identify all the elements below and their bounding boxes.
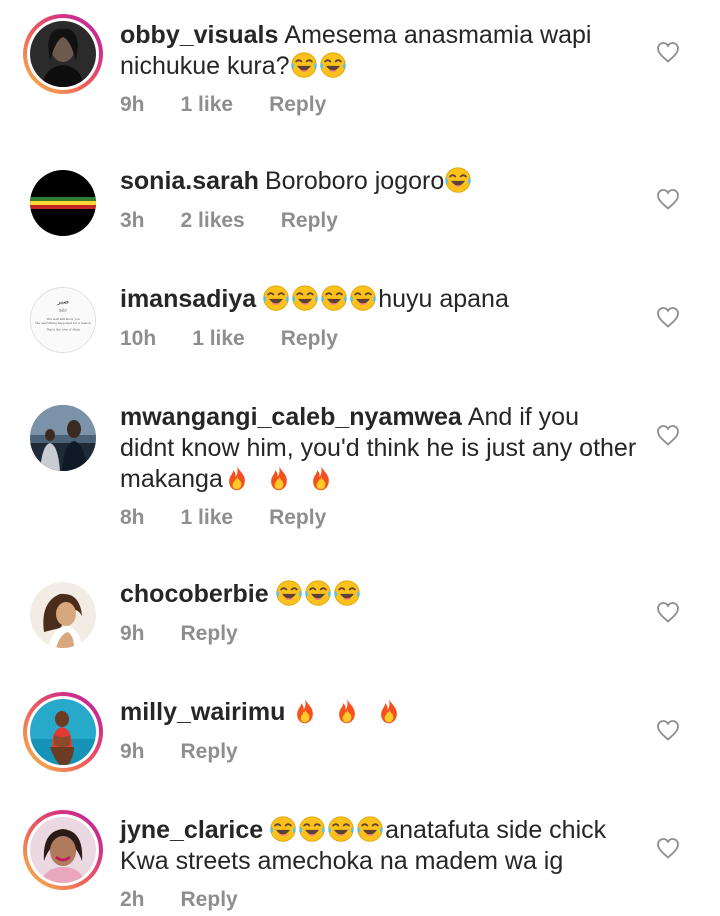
comment-time: 9h	[120, 93, 145, 116]
comment-meta: 8h 1 like Reply	[120, 506, 362, 530]
face-with-tears-of-joy-icon	[291, 284, 319, 312]
comment-username[interactable]: jyne_clarice	[120, 816, 263, 844]
face-with-tears-of-joy-icon	[290, 51, 318, 79]
svg-text:صبر: صبر	[56, 298, 69, 306]
comment-time: 3h	[120, 209, 145, 232]
comment-meta: 9h Reply	[120, 740, 274, 764]
reply-button[interactable]: Reply	[269, 93, 326, 116]
comment-likes[interactable]: 1 like	[192, 327, 245, 350]
avatar[interactable]: صبر Sabr The wall will show you the ever…	[30, 287, 96, 353]
face-with-tears-of-joy-icon	[327, 815, 355, 843]
fire-icon	[291, 697, 319, 725]
avatar	[30, 699, 96, 765]
comment-meta: 10h 1 like Reply	[120, 327, 374, 351]
avatar-story-ring[interactable]	[23, 14, 103, 94]
fire-icon	[223, 464, 251, 492]
fire-icon	[307, 464, 335, 492]
comment-meta: 3h 2 likes Reply	[120, 209, 374, 233]
avatar-image: صبر Sabr The wall will show you the ever…	[31, 288, 95, 352]
heart-icon[interactable]	[656, 188, 680, 210]
reply-button[interactable]: Reply	[181, 740, 238, 763]
svg-text:That's the love of Allah: That's the love of Allah	[46, 328, 80, 332]
avatar-image	[30, 170, 96, 236]
heart-icon[interactable]	[656, 41, 680, 63]
face-with-tears-of-joy-icon	[444, 166, 472, 194]
comment-body: Boroboro jogoro	[264, 167, 445, 195]
avatar-image	[30, 582, 96, 648]
comment-text: obby_visuals Amesema anasmamia wapi nichu…	[120, 20, 640, 82]
avatar[interactable]	[30, 582, 96, 648]
comment-username[interactable]: mwangangi_caleb_nyamwea	[120, 403, 462, 431]
face-with-tears-of-joy-icon	[275, 579, 303, 607]
fire-icon	[265, 464, 293, 492]
face-with-tears-of-joy-icon	[298, 815, 326, 843]
heart-icon[interactable]	[656, 837, 680, 859]
comment-body: huyu apana	[378, 285, 509, 313]
reply-button[interactable]: Reply	[269, 506, 326, 529]
comment-likes[interactable]: 1 like	[181, 93, 234, 116]
avatar[interactable]	[30, 170, 96, 236]
reply-button[interactable]: Reply	[181, 888, 238, 911]
face-with-tears-of-joy-icon	[262, 284, 290, 312]
face-with-tears-of-joy-icon	[333, 579, 361, 607]
comment-time: 10h	[120, 327, 157, 350]
comment-username[interactable]: sonia.sarah	[120, 167, 259, 195]
avatar-story-ring[interactable]	[23, 692, 103, 772]
face-with-tears-of-joy-icon	[349, 284, 377, 312]
face-with-tears-of-joy-icon	[304, 579, 332, 607]
face-with-tears-of-joy-icon	[356, 815, 384, 843]
reply-button[interactable]: Reply	[281, 209, 338, 232]
comment-meta: 9h 1 like Reply	[120, 93, 362, 117]
fire-icon	[375, 697, 403, 725]
comment-likes[interactable]: 1 like	[181, 506, 234, 529]
comment-username[interactable]: imansadiya	[120, 285, 256, 313]
avatar	[30, 817, 96, 883]
comment-likes[interactable]: 2 likes	[181, 209, 245, 232]
face-with-tears-of-joy-icon	[320, 284, 348, 312]
heart-icon[interactable]	[656, 424, 680, 446]
face-with-tears-of-joy-icon	[319, 51, 347, 79]
reply-button[interactable]: Reply	[181, 622, 238, 645]
comment-time: 2h	[120, 888, 145, 911]
svg-text:Sabr: Sabr	[59, 308, 67, 312]
avatar[interactable]	[30, 405, 96, 471]
comment-text: milly_wairimu	[120, 697, 640, 728]
avatar-image	[30, 405, 96, 471]
avatar-story-ring[interactable]	[23, 810, 103, 890]
comment-time: 8h	[120, 506, 145, 529]
svg-text:the everything happened for a: the everything happened for a reason	[35, 321, 90, 325]
comment-text: imansadiya huyu apana	[120, 284, 640, 315]
comment-text: mwangangi_caleb_nyamwea And if you didnt …	[120, 402, 640, 495]
comment-text: sonia.sarah Boroboro jogoro	[120, 166, 640, 197]
comment-username[interactable]: chocoberbie	[120, 580, 269, 608]
heart-icon[interactable]	[656, 601, 680, 623]
comment-meta: 9h Reply	[120, 622, 274, 646]
comment-meta: 2h Reply	[120, 888, 274, 912]
comment-time: 9h	[120, 740, 145, 763]
comment-username[interactable]: milly_wairimu	[120, 698, 285, 726]
comment-time: 9h	[120, 622, 145, 645]
reply-button[interactable]: Reply	[281, 327, 338, 350]
comment-username[interactable]: obby_visuals	[120, 21, 278, 49]
comment-text: jyne_clarice anatafuta side chick Kwa str…	[120, 815, 640, 877]
heart-icon[interactable]	[656, 719, 680, 741]
comment-text: chocoberbie	[120, 579, 640, 610]
fire-icon	[333, 697, 361, 725]
avatar	[30, 21, 96, 87]
face-with-tears-of-joy-icon	[269, 815, 297, 843]
heart-icon[interactable]	[656, 306, 680, 328]
